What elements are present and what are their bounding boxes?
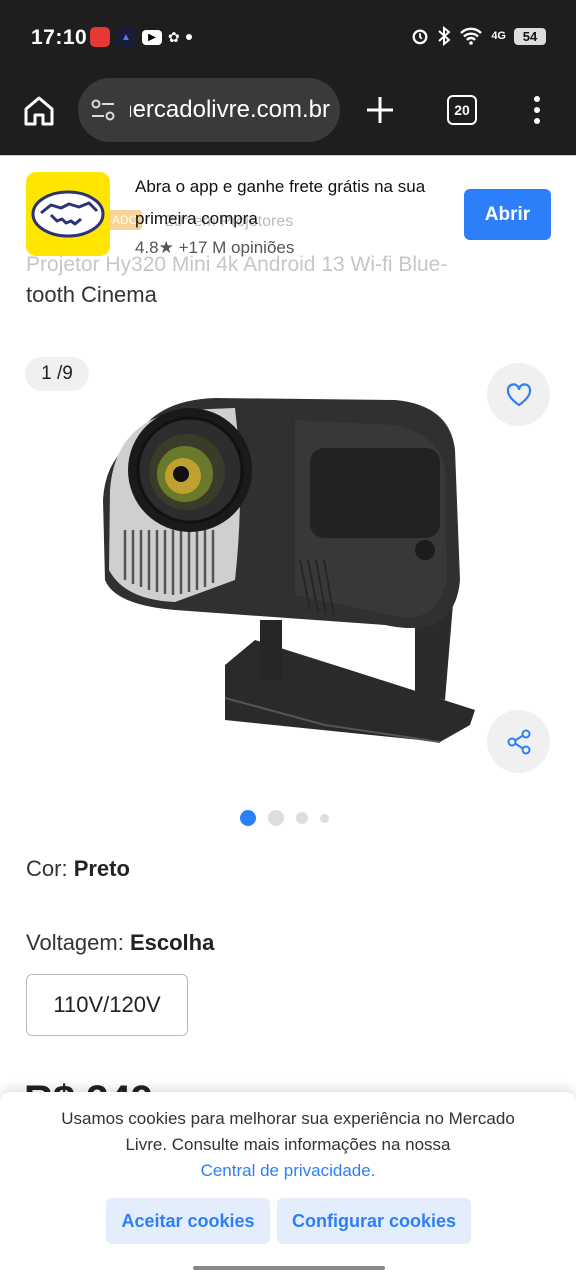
app-notification-icon: ▲ <box>116 27 136 47</box>
wifi-icon <box>460 27 483 45</box>
color-label: Cor: <box>26 856 74 881</box>
color-value: Preto <box>73 856 130 881</box>
more-notifications-icon <box>185 34 192 40</box>
favorite-button[interactable] <box>487 363 550 426</box>
configure-cookies-button[interactable]: Configurar cookies <box>277 1198 471 1244</box>
status-time: 17:10 <box>31 26 88 49</box>
youtube-icon: ▶ <box>142 29 162 45</box>
cookie-banner: Usamos cookies para melhorar sua experiê… <box>0 1092 576 1280</box>
color-row: Cor: Preto <box>26 856 130 882</box>
battery-indicator: 54 <box>514 27 546 45</box>
banner-message: Abra o app e ganhe frete grátis na sua p… <box>135 177 426 228</box>
home-icon[interactable] <box>22 94 56 128</box>
alarm-icon <box>412 29 428 45</box>
open-app-button[interactable]: Abrir <box>464 189 551 240</box>
voltage-label: Voltagem: <box>26 930 130 955</box>
status-bar: 17:10 ▲ ▶ ✿ 4G 54 <box>0 0 576 76</box>
product-title-line1: Projetor Hy320 Mini 4k Android 13 Wi-fi … <box>26 253 448 276</box>
accept-cookies-button[interactable]: Aceitar cookies <box>106 1198 270 1244</box>
pagination-dot[interactable] <box>268 810 284 826</box>
pagination-dot-active[interactable] <box>240 810 256 826</box>
address-bar[interactable]: mercadolivre.com.br <box>78 78 340 142</box>
voltage-option-button[interactable]: 110V/120V <box>26 974 188 1036</box>
mercadolivre-logo <box>26 172 110 256</box>
system-icons: 4G 54 <box>411 26 546 46</box>
privacy-link[interactable]: Central de privacidade. <box>40 1158 536 1184</box>
cookie-message: Usamos cookies para melhorar sua experiê… <box>40 1106 536 1184</box>
pagination-dot[interactable] <box>320 813 329 823</box>
image-counter: 1 /9 <box>25 357 89 391</box>
network-indicator: 4G <box>491 30 506 42</box>
app-notification-icon: ✿ <box>168 28 180 45</box>
share-icon <box>507 729 530 754</box>
voltage-value: Escolha <box>129 930 215 955</box>
tabs-button[interactable]: 20 <box>447 95 477 125</box>
home-indicator[interactable] <box>193 1266 385 1270</box>
heart-icon <box>506 382 531 406</box>
new-tab-plus-icon[interactable] <box>364 94 396 126</box>
tune-icon[interactable] <box>90 98 116 122</box>
product-title-line2: tooth Cinema <box>26 282 157 307</box>
app-notification-icon <box>90 27 110 47</box>
handshake-logo-icon <box>31 190 105 238</box>
gallery-pagination <box>240 810 329 826</box>
notification-icons: ▲ ▶ ✿ <box>90 27 192 47</box>
bluetooth-icon <box>438 26 451 46</box>
pagination-dot[interactable] <box>296 812 308 824</box>
tab-count: 20 <box>454 102 470 118</box>
menu-icon[interactable] <box>527 94 547 126</box>
voltage-row: Voltagem: Escolha <box>26 930 214 956</box>
cookie-text: Usamos cookies para melhorar sua experiê… <box>61 1109 515 1154</box>
url-text[interactable]: mercadolivre.com.br <box>130 96 330 124</box>
browser-toolbar: mercadolivre.com.br 20 <box>0 76 576 155</box>
product-image-projector[interactable] <box>95 380 485 750</box>
share-button[interactable] <box>487 710 550 773</box>
